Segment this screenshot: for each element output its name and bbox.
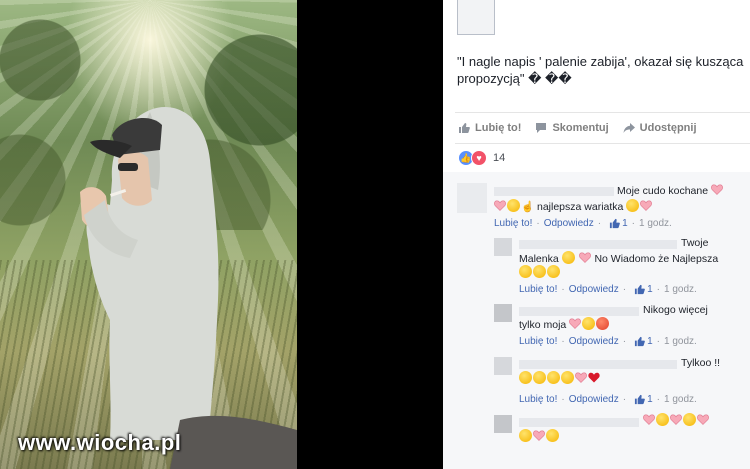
heart-emoji-icon	[711, 184, 723, 195]
heart-emoji-icon	[494, 200, 506, 211]
comment-like-link[interactable]: Lubię to!	[519, 336, 557, 347]
commenter-name-redacted[interactable]	[519, 307, 639, 316]
comment-time: 1 godz.	[664, 284, 697, 295]
red-heart-emoji-icon	[588, 372, 600, 383]
heart-emoji-icon	[578, 252, 591, 263]
heart-eyes-emoji-icon	[519, 429, 532, 442]
laughing-emoji-icon	[533, 371, 546, 384]
comment-text-line2: ☝ najlepsza wariatka	[494, 199, 653, 215]
heart-emoji-icon	[697, 414, 709, 425]
heart-emoji-icon	[640, 200, 653, 211]
heart-eyes-emoji-icon	[683, 413, 696, 426]
smile-emoji-icon	[561, 251, 575, 264]
hooded-person-figure	[80, 107, 297, 469]
heart-eyes-emoji-icon	[656, 413, 669, 426]
angry-emoji-icon	[596, 317, 610, 330]
reply-text-part: tylko moja	[519, 319, 567, 331]
thumbs-up-icon	[610, 218, 620, 229]
laughing-emoji-icon	[561, 371, 574, 384]
share-label: Udostępnij	[639, 122, 697, 134]
reaction-count: 14	[493, 152, 506, 164]
thumbs-up-icon	[459, 123, 470, 133]
comment-time: 1 godz.	[664, 336, 697, 347]
thumbs-up-icon	[635, 394, 645, 405]
comment-reply-link[interactable]: Odpowiedz	[544, 218, 594, 229]
comment-time: 1 godz.	[664, 394, 697, 405]
comment-text: Moje cudo kochane	[617, 184, 724, 199]
comment-like-count[interactable]: 1	[647, 336, 653, 347]
heart-emoji-icon	[670, 414, 682, 425]
heart-emoji-icon	[643, 414, 655, 425]
commenter-name-redacted[interactable]	[519, 360, 677, 369]
comment-text-part: Moje cudo kochane	[617, 185, 709, 197]
comment-like-link[interactable]: Lubię to!	[494, 218, 532, 229]
heart-eyes-emoji-icon	[547, 265, 560, 278]
reply-meta: Lubię to! · Odpowiedz · 1 · 1 godz.	[519, 336, 697, 347]
comment-like-link[interactable]: Lubię to!	[519, 284, 557, 295]
comment-button[interactable]: Skomentuj	[535, 122, 609, 134]
divider-top	[455, 112, 750, 113]
reply-text: Twoje	[681, 237, 709, 249]
comment-text-part: najlepsza wariatka	[537, 201, 624, 213]
heart-eyes-emoji-icon	[547, 371, 560, 384]
comment-icon	[536, 123, 547, 133]
commenter-avatar[interactable]	[457, 183, 487, 213]
commenter-name-redacted[interactable]	[519, 240, 677, 249]
reply-text-part: Malenka	[519, 253, 559, 265]
reply-avatar[interactable]	[494, 304, 512, 322]
reply-text-line2: tylko moja	[519, 317, 610, 333]
reply-text: Tylkoo !!	[681, 357, 721, 369]
commenter-name-redacted[interactable]	[519, 418, 639, 427]
heart-emoji-icon	[575, 372, 587, 383]
heart-emoji-icon	[533, 430, 545, 441]
reply-emojis	[519, 429, 560, 445]
watermark: www.wiocha.pl	[18, 430, 182, 455]
reply-text: Nikogo więcej	[643, 304, 708, 316]
thumbs-up-icon	[635, 336, 645, 347]
reply-avatar[interactable]	[494, 357, 512, 375]
black-divider-strip	[297, 0, 443, 469]
post-actions: Lubię to! Skomentuj Udostępnij	[458, 120, 711, 136]
comment-reply-link[interactable]: Odpowiedz	[569, 284, 619, 295]
post-text: "I nagle napis ' palenie zabija', okazał…	[457, 54, 744, 86]
comment-like-link[interactable]: Lubię to!	[519, 394, 557, 405]
heart-eyes-emoji-icon	[507, 199, 520, 212]
heart-eyes-emoji-icon	[519, 265, 532, 278]
comment-like-count[interactable]: 1	[647, 284, 653, 295]
reaction-summary[interactable]: 👍 ♥ 14	[458, 150, 505, 166]
thumbs-up-icon	[635, 284, 645, 295]
heart-emoji-icon	[569, 318, 582, 329]
hand-emoji-icon: ☝	[521, 201, 535, 213]
comment-like-count[interactable]: 1	[622, 218, 628, 229]
comment-meta: Lubię to! · Odpowiedz · 1 · 1 godz.	[494, 218, 672, 229]
post-photo[interactable]: www.wiocha.pl	[0, 0, 297, 469]
comment-label: Skomentuj	[552, 122, 609, 134]
heart-eyes-emoji-icon	[582, 317, 596, 330]
reply-meta: Lubię to! · Odpowiedz · 1 · 1 godz.	[519, 394, 697, 405]
reply-avatar[interactable]	[494, 238, 512, 256]
reply-emojis	[643, 413, 710, 429]
love-reaction-icon: ♥	[471, 150, 487, 166]
comment-reply-link[interactable]: Odpowiedz	[569, 336, 619, 347]
reply-emojis	[519, 371, 601, 387]
commenter-name-redacted[interactable]	[494, 187, 614, 196]
comment-time: 1 godz.	[639, 218, 672, 229]
comment-like-count[interactable]: 1	[647, 394, 653, 405]
like-label: Lubię to!	[475, 122, 522, 134]
like-button[interactable]: Lubię to!	[458, 122, 521, 134]
reply-avatar[interactable]	[494, 415, 512, 433]
laughing-emoji-icon	[533, 265, 546, 278]
comment-reply-link[interactable]: Odpowiedz	[569, 394, 619, 405]
heart-eyes-emoji-icon	[546, 429, 559, 442]
share-button[interactable]: Udostępnij	[623, 122, 697, 134]
share-arrow-icon	[623, 123, 635, 133]
heart-eyes-emoji-icon	[519, 371, 532, 384]
reply-emojis	[519, 265, 561, 281]
heart-eyes-emoji-icon	[626, 199, 640, 212]
reply-text-part: No Wiadomo że Najlepsza	[594, 253, 719, 265]
post-thumbnail[interactable]	[457, 0, 495, 35]
reply-meta: Lubię to! · Odpowiedz · 1 · 1 godz.	[519, 284, 697, 295]
divider-reactions	[455, 143, 750, 144]
